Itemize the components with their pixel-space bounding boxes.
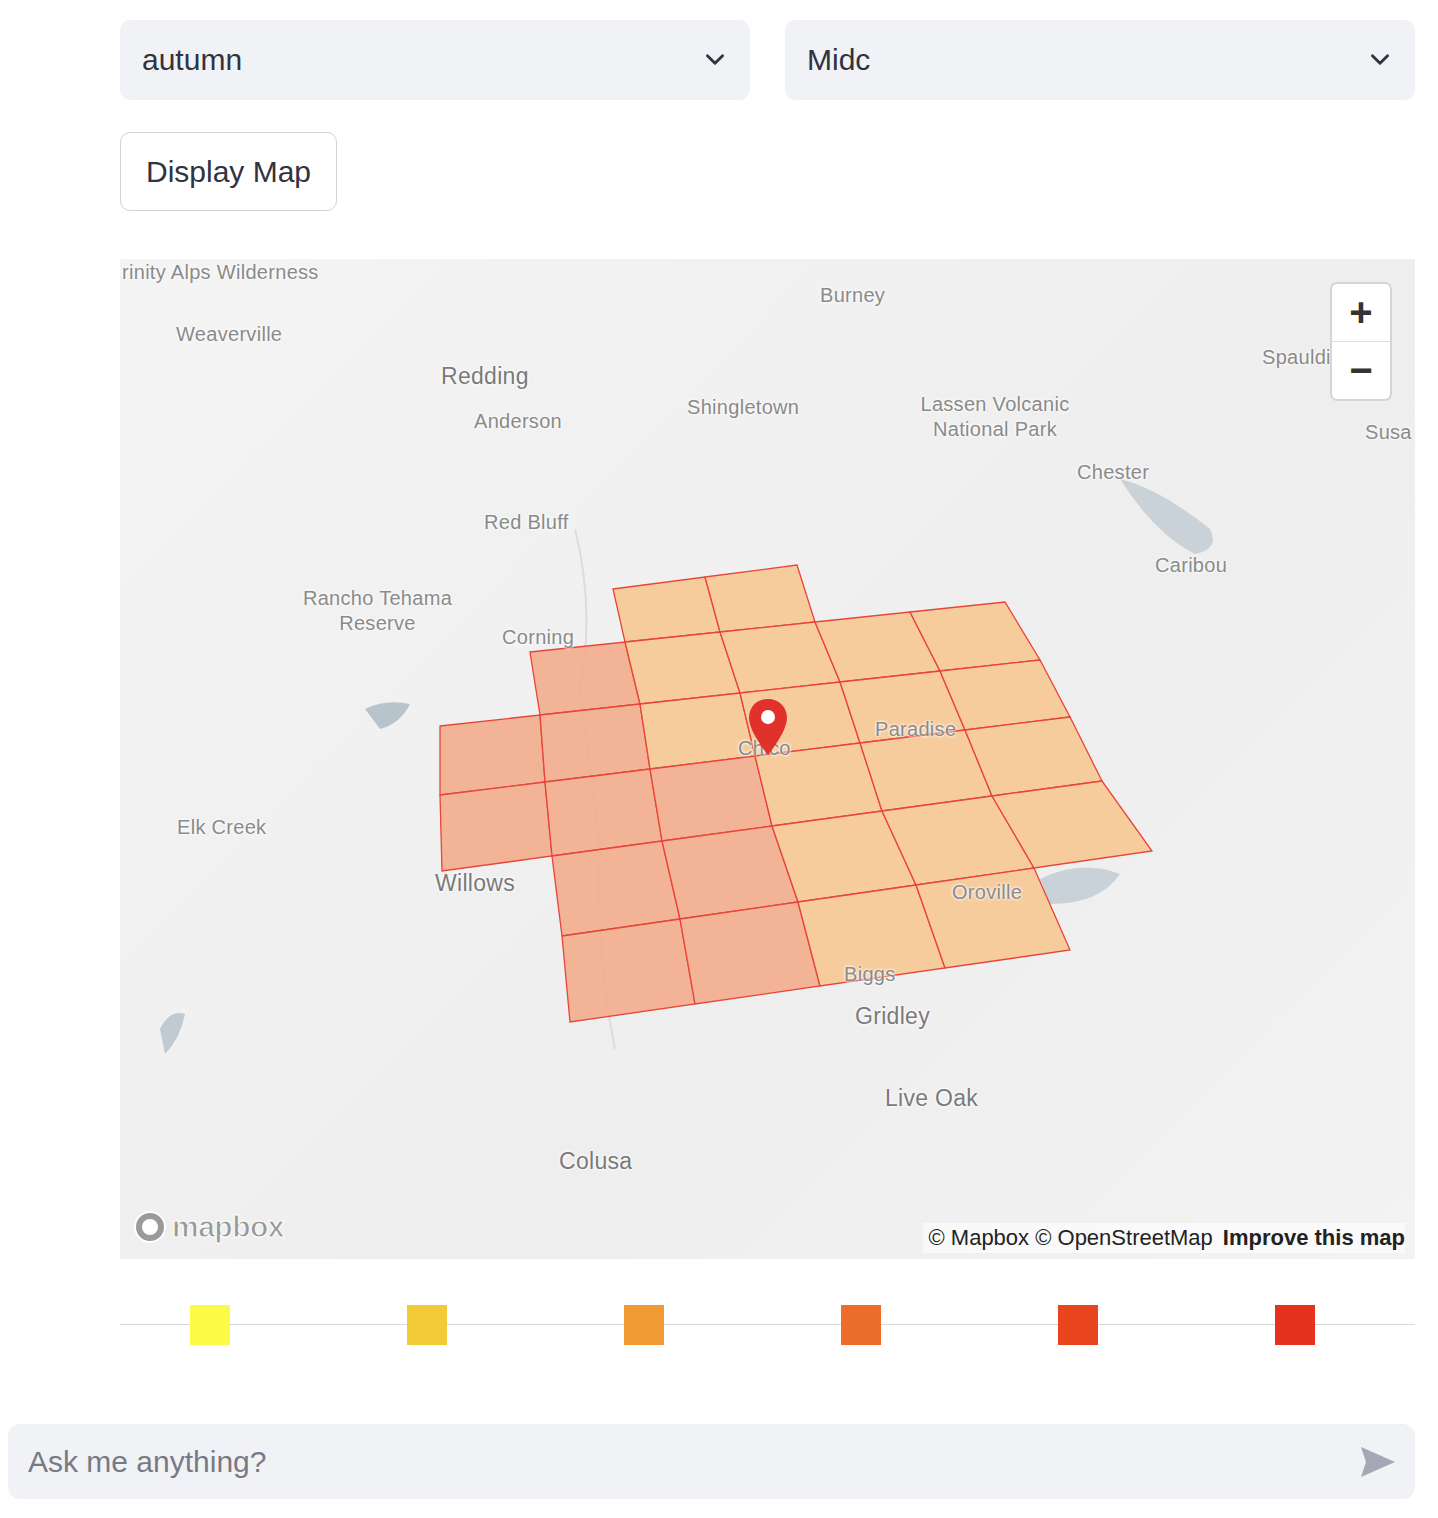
filter-select[interactable]: Midc: [785, 20, 1415, 100]
filter-select[interactable]: autumn: [120, 20, 750, 100]
legend-swatch: [1058, 1305, 1098, 1345]
display-map-button[interactable]: Display Map: [120, 132, 337, 211]
map-label: Caribou: [1155, 553, 1227, 577]
map-label: Lassen Volcanic National Park: [915, 392, 1075, 442]
grid-cell[interactable]: [562, 919, 695, 1022]
map-label: Spauldi: [1262, 345, 1331, 369]
map[interactable]: rinity Alps Wilderness Weaverville Redding…: [120, 259, 1415, 1259]
map-label: Redding: [441, 364, 529, 388]
map-label: Weaverville: [176, 322, 282, 346]
grid-cell[interactable]: [910, 602, 1040, 671]
select-value: Midc: [807, 43, 870, 77]
attribution-text[interactable]: © Mapbox © OpenStreetMap: [929, 1225, 1213, 1251]
zoom-out-button[interactable]: −: [1332, 341, 1390, 399]
map-label: Colusa: [559, 1149, 632, 1173]
map-label: Elk Creek: [177, 815, 266, 839]
filter-row: autumn Midc: [120, 20, 1415, 100]
map-label: Paradise: [875, 717, 956, 741]
mapbox-wordmark: mapbox: [172, 1210, 284, 1244]
grid-cell[interactable]: [705, 565, 815, 632]
grid-cell[interactable]: [625, 632, 740, 704]
map-label: rinity Alps Wilderness: [122, 260, 319, 284]
mapbox-logo[interactable]: mapbox: [132, 1209, 284, 1245]
legend-swatch: [407, 1305, 447, 1345]
location-pin-icon[interactable]: [747, 697, 789, 757]
chat-bar: [8, 1424, 1415, 1499]
map-label: Corning: [502, 625, 574, 649]
legend-swatch: [1275, 1305, 1315, 1345]
map-label: Rancho Tehama Reserve: [290, 586, 465, 636]
map-label: Red Bluff: [484, 510, 569, 534]
grid-cell[interactable]: [440, 782, 552, 871]
grid-cell[interactable]: [440, 715, 545, 795]
map-label: Biggs: [844, 962, 896, 986]
map-label: Live Oak: [885, 1086, 978, 1110]
legend-swatch: [190, 1305, 230, 1345]
grid-cell[interactable]: [530, 642, 640, 715]
grid-cell[interactable]: [992, 781, 1152, 868]
improve-map-link[interactable]: Improve this map: [1223, 1225, 1405, 1251]
map-label: Burney: [820, 283, 885, 307]
attribution: © Mapbox © OpenStreetMap Improve this map: [923, 1223, 1406, 1253]
map-label: Chester: [1077, 460, 1149, 484]
map-label: Gridley: [855, 1004, 930, 1028]
map-label: Willows: [435, 871, 515, 895]
chat-input[interactable]: [26, 1444, 1359, 1480]
grid-cell[interactable]: [613, 577, 720, 642]
map-label: Anderson: [474, 409, 562, 433]
grid-cell[interactable]: [680, 902, 820, 1004]
mapbox-logo-icon: [132, 1209, 168, 1245]
color-legend: [120, 1304, 1415, 1346]
map-label: Susa: [1365, 420, 1412, 444]
grid-cell[interactable]: [540, 704, 650, 782]
send-icon[interactable]: [1359, 1445, 1397, 1479]
zoom-control: +−: [1332, 284, 1390, 399]
chevron-down-icon: [702, 47, 728, 73]
legend-swatch: [841, 1305, 881, 1345]
map-label: Oroville: [952, 880, 1022, 904]
zoom-in-button[interactable]: +: [1332, 284, 1390, 341]
map-label: Shingletown: [687, 395, 799, 419]
select-value: autumn: [142, 43, 242, 77]
grid-cell[interactable]: [916, 868, 1070, 968]
chevron-down-icon: [1367, 47, 1393, 73]
legend-swatch: [624, 1305, 664, 1345]
